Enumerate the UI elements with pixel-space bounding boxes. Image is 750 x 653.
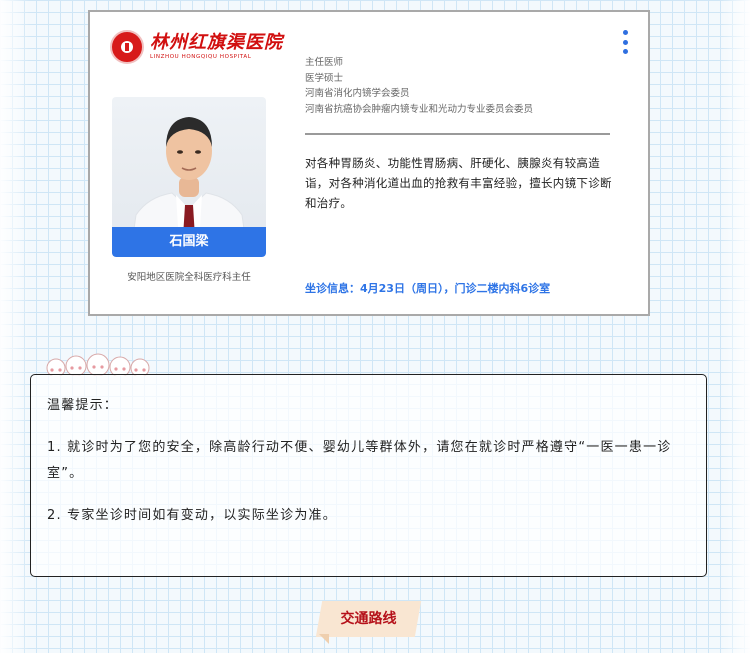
visit-info: 坐诊信息：4月23日（周日），门诊二楼内科6诊室 (305, 282, 551, 295)
notice-heading: 温馨提示： (47, 398, 119, 413)
doctor-title: 河南省消化内镜学会委员 (305, 88, 410, 99)
doctor-card: 林州红旗渠医院 LINZHOU HONGQIQU HOSPITAL 石国梁 安阳… (88, 10, 650, 316)
doctor-title: 主任医师 (305, 57, 344, 68)
doctor-department: 安阳地区医院全科医疗科主任 (127, 272, 251, 283)
section-title-traffic[interactable]: 交通路线 (319, 601, 418, 637)
doctor-photo: 石国梁 (112, 97, 266, 257)
notice-box: 温馨提示： 1. 就诊时为了您的安全，除高龄行动不便、婴幼儿等群体外，请您在就诊… (30, 374, 707, 577)
hospital-name-en: LINZHOU HONGQIQU HOSPITAL (150, 54, 252, 60)
doctor-description: 对各种胃肠炎、功能性胃肠病、肝硬化、胰腺炎有较高造诣，对各种消化道出血的抢救有丰… (305, 156, 612, 210)
hospital-name-cn: 林州红旗渠医院 (150, 32, 283, 53)
more-vertical-icon[interactable] (622, 30, 628, 54)
right-edge-fade (720, 0, 750, 653)
notice-item: 2. 专家坐诊时间如有变动，以实际坐诊为准。 (47, 508, 337, 523)
doctor-title: 河南省抗癌协会肿瘤内镜专业和光动力专业委员会委员 (305, 103, 534, 115)
hospital-emblem-icon (110, 30, 144, 64)
cartoon-heads-icon (46, 353, 150, 376)
hospital-logo: 林州红旗渠医院 LINZHOU HONGQIQU HOSPITAL (110, 30, 283, 64)
divider (305, 133, 610, 135)
doctor-name: 石国梁 (112, 227, 266, 257)
notice-item: 1. 就诊时为了您的安全，除高龄行动不便、婴幼儿等群体外，请您在就诊时严格遵守“… (47, 440, 672, 481)
left-edge-fade (0, 0, 30, 653)
doctor-titles: 主任医师 医学硕士 河南省消化内镜学会委员 河南省抗癌协会肿瘤内镜专业和光动力专… (305, 55, 533, 117)
doctor-title: 医学硕士 (305, 72, 344, 84)
